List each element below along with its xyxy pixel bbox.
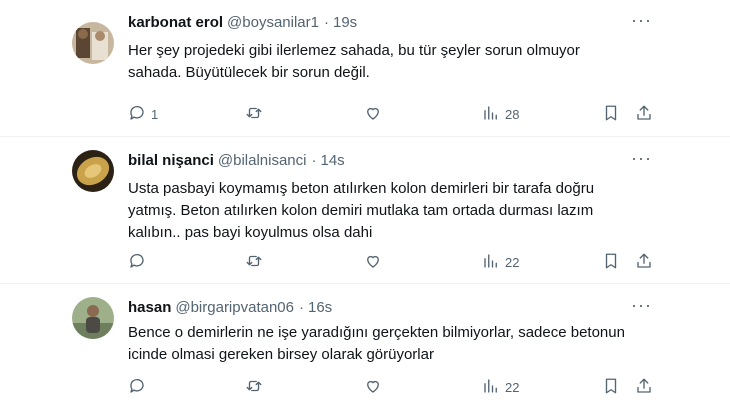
share-button[interactable] (635, 102, 653, 126)
tweet-text-line: yatmış. Beton atılırken kolon demiri mut… (128, 202, 594, 219)
bookmark-icon (602, 104, 620, 125)
retweet-icon (245, 252, 263, 273)
retweet-icon (245, 104, 263, 125)
share-button[interactable] (635, 375, 653, 399)
author-handle[interactable]: @boysanilar1 (227, 14, 319, 31)
like-icon (364, 252, 382, 273)
tweet-feed: karbonat erol @boysanilar1 · 19s ··· Her… (0, 0, 730, 420)
like-button[interactable] (364, 250, 387, 274)
reply-button[interactable] (128, 375, 151, 399)
more-icon[interactable]: ··· (631, 11, 652, 29)
author-handle[interactable]: @birgaripvatan06 (175, 299, 294, 316)
views-count: 22 (505, 379, 520, 395)
author-name[interactable]: bilal nişanci (128, 152, 214, 169)
tweet-text-line: sahada. Büyütülecek bir sorun değil. (128, 64, 370, 81)
like-icon (364, 104, 382, 125)
bookmark-icon (602, 377, 620, 398)
share-icon (635, 252, 653, 273)
views-icon (482, 252, 500, 273)
tweet[interactable]: bilal nişanci @bilalnisanci · 14s ··· Us… (0, 138, 730, 284)
tweet-text: Her şey projedeki gibi ilerlemez sahada,… (128, 40, 668, 84)
tweet-text: Usta pasbayi koymamış beton atılırken ko… (128, 178, 668, 244)
more-icon[interactable]: ··· (631, 149, 652, 167)
views-button[interactable]: 22 (482, 375, 519, 399)
avatar[interactable] (72, 150, 114, 192)
like-icon (364, 377, 382, 398)
avatar[interactable] (72, 22, 114, 64)
views-icon (482, 104, 500, 125)
retweet-button[interactable] (245, 375, 268, 399)
avatar[interactable] (72, 297, 114, 339)
bookmark-button[interactable] (602, 102, 620, 126)
tweet-actions: 22 (120, 250, 665, 274)
reply-icon (128, 104, 146, 125)
reply-icon (128, 377, 146, 398)
timestamp[interactable]: 16s (308, 299, 332, 316)
retweet-button[interactable] (245, 102, 268, 126)
tweet-text-line: icinde olmasi gereken birsey olarak görü… (128, 346, 434, 363)
tweet-text-line: Usta pasbayi koymamış beton atılırken ko… (128, 180, 595, 197)
views-button[interactable]: 28 (482, 102, 519, 126)
tweet-text-line: kalıbın.. pas bayi koyulmus olsa dahi (128, 224, 373, 241)
share-button[interactable] (635, 250, 653, 274)
timestamp[interactable]: 14s (320, 152, 344, 169)
tweet-actions: 1 28 (120, 102, 665, 126)
views-count: 28 (505, 106, 520, 122)
like-button[interactable] (364, 375, 387, 399)
share-icon (635, 104, 653, 125)
tweet[interactable]: karbonat erol @boysanilar1 · 19s ··· Her… (0, 0, 730, 137)
tweet-text-line: Bence o demirlerin ne işe yaradığını ger… (128, 324, 625, 341)
author-name[interactable]: karbonat erol (128, 14, 223, 31)
tweet-text: Bence o demirlerin ne işe yaradığını ger… (128, 322, 668, 366)
reply-button[interactable] (128, 250, 151, 274)
share-icon (635, 377, 653, 398)
author-handle[interactable]: @bilalnisanci (218, 152, 307, 169)
timestamp[interactable]: 19s (333, 14, 357, 31)
retweet-button[interactable] (245, 250, 268, 274)
separator-dot: · (299, 299, 304, 316)
more-icon[interactable]: ··· (631, 296, 652, 314)
views-count: 22 (505, 254, 520, 270)
tweet-actions: 22 (120, 375, 665, 399)
reply-count: 1 (151, 106, 159, 122)
bookmark-button[interactable] (602, 375, 620, 399)
views-icon (482, 377, 500, 398)
reply-button[interactable]: 1 (128, 102, 158, 126)
bookmark-button[interactable] (602, 250, 620, 274)
like-button[interactable] (364, 102, 387, 126)
bookmark-icon (602, 252, 620, 273)
tweet-text-line: Her şey projedeki gibi ilerlemez sahada,… (128, 42, 580, 59)
author-name[interactable]: hasan (128, 299, 171, 316)
separator-dot: · (311, 152, 317, 169)
tweet[interactable]: hasan @birgaripvatan06 · 16s ··· Bence o… (0, 285, 730, 420)
separator-dot: · (323, 14, 329, 31)
views-button[interactable]: 22 (482, 250, 519, 274)
reply-icon (128, 252, 146, 273)
retweet-icon (245, 377, 263, 398)
